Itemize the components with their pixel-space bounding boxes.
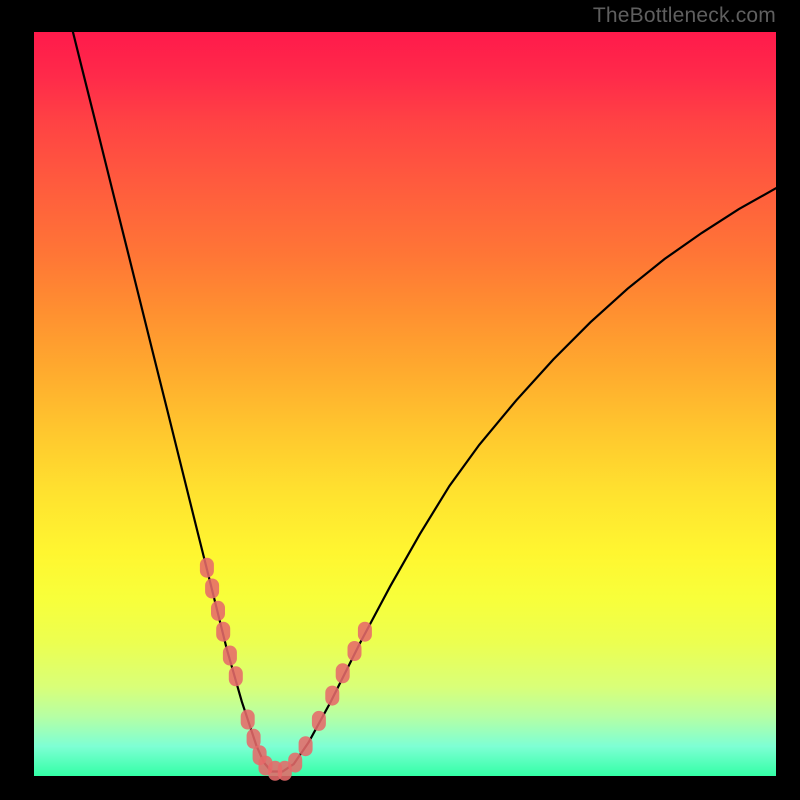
bottleneck-curve [71,25,776,772]
chart-frame: TheBottleneck.com [0,0,800,800]
watermark-text: TheBottleneck.com [593,4,776,28]
highlight-dots [200,558,372,781]
chart-overlay [0,0,800,800]
